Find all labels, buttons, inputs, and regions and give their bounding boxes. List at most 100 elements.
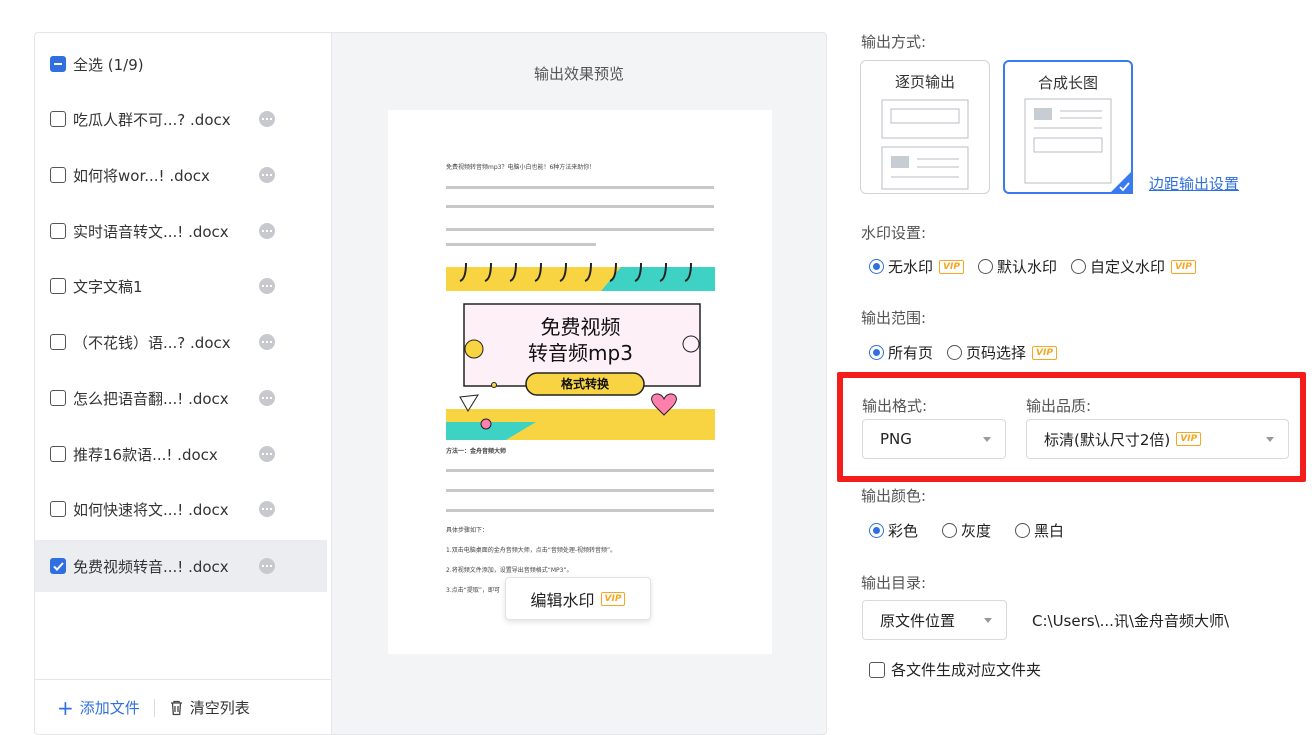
more-icon[interactable]	[259, 390, 275, 406]
more-icon[interactable]	[259, 223, 275, 239]
file-panel-footer: + 添加文件 清空列表	[35, 679, 331, 735]
format-select[interactable]: PNG	[862, 419, 1006, 459]
selected-corner-icon	[1109, 170, 1133, 194]
file-row[interactable]: 推荐16款语...! .docx	[35, 431, 327, 477]
range-select-label: 页码选择	[966, 344, 1027, 362]
radio-icon	[977, 259, 993, 274]
range-all-radio[interactable]: 所有页	[869, 342, 933, 363]
file-checkbox[interactable]	[50, 501, 66, 517]
doc-text-line	[446, 469, 714, 472]
file-name: 免费视频转音...! .docx	[73, 557, 229, 576]
color-options: 彩色 灰度 黑白	[869, 520, 1078, 541]
vip-badge: VIP	[1170, 259, 1196, 274]
select-all-label: 全选 (1/9)	[73, 55, 144, 74]
file-checkbox[interactable]	[50, 278, 66, 294]
doc-step: 1.双击电脑桌面的金舟音频大师，点击“音频处理-视频转音频”。	[446, 547, 617, 554]
range-options: 所有页 页码选择 VIP	[869, 342, 1071, 363]
mode-per-page-title: 逐页输出	[894, 73, 955, 91]
file-name: 实时语音转文...! .docx	[73, 222, 229, 241]
color-bw-radio[interactable]: 黑白	[1015, 520, 1064, 541]
divider	[153, 698, 155, 717]
watermark-label: 水印设置:	[861, 224, 927, 242]
color-full-label: 彩色	[888, 522, 919, 540]
vip-badge: VIP	[1176, 432, 1202, 446]
doc-text-line	[446, 509, 714, 512]
margin-settings-link[interactable]: 边距输出设置	[1149, 173, 1239, 194]
wm-custom-radio[interactable]: 自定义水印 VIP	[1070, 256, 1196, 277]
file-checkbox[interactable]	[50, 223, 66, 239]
mode-long-image-card[interactable]: 合成长图	[1003, 60, 1133, 194]
output-mode-label: 输出方式:	[861, 33, 927, 51]
doc-text-line	[446, 243, 596, 246]
wm-default-radio[interactable]: 默认水印	[977, 256, 1057, 277]
range-select-radio[interactable]: 页码选择 VIP	[947, 342, 1057, 363]
color-label: 输出颜色:	[861, 487, 927, 505]
more-icon[interactable]	[259, 167, 275, 183]
file-row[interactable]: 如何快速将文...! .docx	[35, 486, 327, 532]
file-checkbox[interactable]	[50, 334, 66, 350]
more-icon[interactable]	[259, 334, 275, 350]
per-page-icon	[881, 99, 969, 190]
doc-step: 3.点击“提取”，即可	[446, 587, 500, 594]
more-icon[interactable]	[259, 501, 275, 517]
file-checkbox[interactable]	[50, 167, 66, 183]
banner-tag: 格式转换	[560, 377, 609, 391]
mode-per-page-card[interactable]: 逐页输出	[860, 60, 990, 194]
file-checkbox[interactable]	[50, 446, 66, 462]
file-list-panel: 全选 (1/9) 吃瓜人群不可...? .docx 如何将wor...! .do…	[34, 32, 331, 735]
radio-checked-icon	[869, 345, 884, 360]
clear-list-button[interactable]: 清空列表	[169, 697, 250, 718]
more-icon[interactable]	[259, 278, 275, 294]
color-full-radio[interactable]: 彩色	[869, 520, 918, 541]
file-checkbox[interactable]	[50, 111, 66, 127]
format-label: 输出格式:	[862, 397, 928, 415]
vip-badge: VIP	[1032, 345, 1057, 360]
file-name: 怎么把语音翻...! .docx	[73, 389, 229, 408]
doc-text-line	[446, 205, 714, 208]
radio-checked-icon	[869, 523, 884, 538]
more-icon[interactable]	[259, 558, 275, 574]
add-file-button[interactable]: + 添加文件	[57, 697, 140, 718]
radio-icon	[1015, 523, 1031, 538]
more-icon[interactable]	[259, 446, 275, 462]
doc-step: 2.将视频文件添加，设置导出音频格式“MP3”。	[446, 567, 573, 574]
quality-value: 标清(默认尺寸2倍)	[1044, 430, 1171, 449]
file-name: 如何快速将文...! .docx	[73, 500, 229, 519]
trash-icon	[170, 700, 182, 715]
steps-label: 具体步骤如下：	[446, 527, 489, 534]
check-icon	[52, 561, 64, 571]
doc-text-line	[446, 489, 714, 492]
wm-none-label: 无水印	[888, 258, 934, 276]
format-value: PNG	[880, 430, 912, 448]
radio-checked-icon	[869, 259, 884, 274]
wm-none-radio[interactable]: 无水印 VIP	[869, 256, 964, 277]
file-checkbox-checked[interactable]	[50, 558, 66, 574]
preview-title: 输出效果预览	[533, 65, 624, 83]
per-folder-checkbox[interactable]	[869, 661, 885, 678]
file-name: 如何将wor...! .docx	[73, 166, 210, 185]
file-row[interactable]: 文字文稿1	[35, 263, 327, 309]
file-row[interactable]: 实时语音转文...! .docx	[35, 208, 327, 254]
edit-watermark-button[interactable]: 编辑水印 VIP	[505, 577, 651, 620]
file-row[interactable]: 如何将wor...! .docx	[35, 152, 327, 198]
dir-label: 输出目录:	[861, 574, 927, 592]
doc-banner-image: 免费视频 转音频mp3 格式转换	[446, 259, 715, 440]
quality-select[interactable]: 标清(默认尺寸2倍) VIP	[1026, 419, 1289, 459]
more-icon[interactable]	[259, 111, 275, 127]
file-name: 吃瓜人群不可...? .docx	[73, 110, 231, 129]
file-name: （不花钱）语...? .docx	[73, 333, 231, 352]
file-row[interactable]: 吃瓜人群不可...? .docx	[35, 96, 327, 142]
file-checkbox[interactable]	[50, 390, 66, 406]
select-all-checkbox[interactable]	[50, 56, 66, 72]
color-gray-radio[interactable]: 灰度	[942, 520, 991, 541]
file-row[interactable]: （不花钱）语...? .docx	[35, 319, 327, 365]
wm-default-label: 默认水印	[996, 258, 1057, 276]
file-row-selected[interactable]: 免费视频转音...! .docx	[35, 540, 327, 592]
select-all-row[interactable]: 全选 (1/9)	[35, 41, 327, 87]
file-row[interactable]: 怎么把语音翻...! .docx	[35, 375, 327, 421]
per-folder-checkbox-row[interactable]: 各文件生成对应文件夹	[869, 659, 1041, 680]
dir-select-value: 原文件位置	[880, 611, 956, 630]
edit-watermark-label: 编辑水印	[530, 590, 595, 610]
caret-down-icon	[984, 618, 992, 623]
dir-select[interactable]: 原文件位置	[862, 600, 1007, 640]
